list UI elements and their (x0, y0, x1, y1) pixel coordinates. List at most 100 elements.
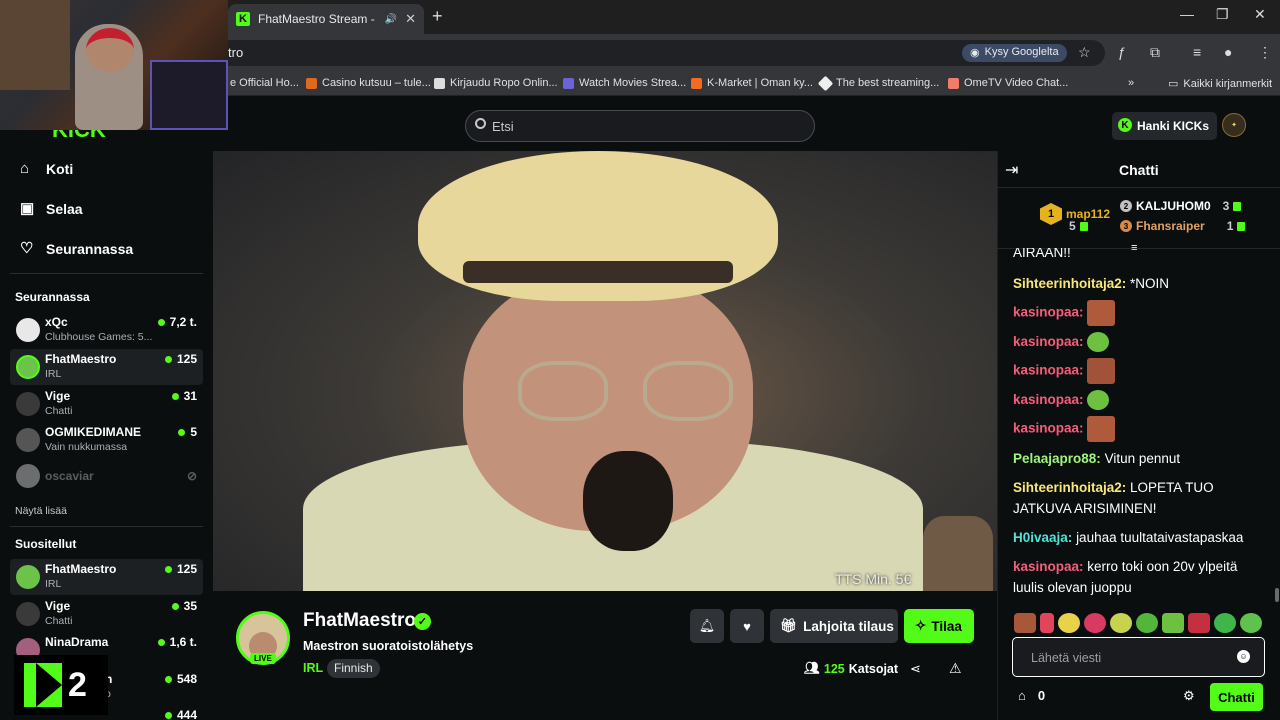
sidebar-recommended-vige[interactable]: Vige Chatti 35 (10, 596, 203, 632)
gift-sub-button[interactable]: 🎁︎ Lahjoita tilaus (770, 609, 898, 643)
leaderboard-third[interactable]: 3 Fhansraiper 1 (1120, 219, 1246, 233)
subscribe-button[interactable]: ✧ Tilaa (904, 609, 974, 643)
treasure-chest-icon: ⌂ (1018, 688, 1026, 703)
share-icon[interactable]: ⋖ (910, 661, 921, 677)
chat-scrollbar[interactable] (1275, 588, 1279, 602)
media-control-icon[interactable]: ≡ (1193, 44, 1201, 60)
bookmark-item[interactable]: Kirjaudu Ropo Onlin... (434, 77, 558, 89)
minimize-button[interactable]: — (1180, 6, 1194, 22)
bookmark-item[interactable]: K-Market | Oman ky... (691, 77, 813, 89)
all-bookmarks[interactable]: ▭ Kaikki kirjanmerkit (1168, 77, 1272, 91)
chat-username[interactable]: kasinopaa: (1013, 305, 1084, 320)
tab-close-icon[interactable]: ✕ (405, 11, 416, 27)
chat-username[interactable]: kasinopaa: (1013, 392, 1084, 407)
get-kicks-button[interactable]: K Hanki KICKs (1112, 112, 1218, 140)
chat-username[interactable]: kasinopaa: (1013, 559, 1084, 574)
chat-username[interactable]: Pelaajapro88: (1013, 451, 1101, 466)
nav-label: Seurannassa (46, 241, 134, 257)
close-window-button[interactable]: ✕ (1254, 6, 1266, 23)
search-input[interactable]: Etsi (465, 110, 815, 142)
menu-kebab-icon[interactable]: ⋮ (1258, 44, 1272, 61)
channel-name: OGMIKEDIMANE (45, 425, 141, 439)
emote-heart-icon[interactable] (1084, 613, 1106, 633)
profile-icon[interactable]: ● (1224, 44, 1232, 60)
emote-angry-icon[interactable] (1188, 613, 1210, 633)
chat-username[interactable]: Sihteerinhoitaja2: (1013, 480, 1126, 495)
emote-pepper-icon[interactable] (1040, 613, 1054, 633)
follow-button[interactable]: ♥ (730, 609, 764, 643)
kick-logo[interactable]: KICK (52, 130, 106, 142)
send-chat-button[interactable]: Chatti (1210, 683, 1263, 711)
emote-picker-icon[interactable]: ☺ (1237, 650, 1250, 663)
sidebar-channel-oscaviar[interactable]: oscaviar ⊘ (10, 458, 203, 494)
maximize-button[interactable]: ❐ (1216, 6, 1229, 23)
channel-category: Chatti (45, 615, 73, 627)
bookmark-item[interactable]: The best streaming... (817, 75, 939, 91)
nav-following[interactable]: ♡ Seurannassa (20, 240, 134, 258)
browser-tab[interactable]: K FhatMaestro Stream - Watc 🔊 ✕ (228, 4, 424, 34)
video-player[interactable]: TTS Min. 5€ (213, 151, 997, 591)
emote-face-icon[interactable] (1087, 416, 1116, 442)
emote-cool-icon[interactable] (1214, 613, 1236, 633)
stream-tag[interactable]: Finnish (327, 659, 380, 678)
chat-username[interactable]: H0ivaaja: (1013, 530, 1072, 545)
emote-smile-icon[interactable] (1058, 613, 1080, 633)
emote-laugh-icon[interactable] (1087, 390, 1110, 411)
rank-medal-icon: 2 (1120, 200, 1132, 212)
chat-settings-gear-icon[interactable]: ⚙ (1183, 688, 1195, 704)
emote-grin-icon[interactable] (1110, 613, 1132, 633)
chat-message-input[interactable]: Lähetä viesti (1012, 637, 1265, 677)
new-tab-button[interactable]: + (432, 6, 443, 27)
viewer-count-display: 👥︎ 125 Katsojat (804, 661, 898, 676)
chat-points[interactable]: ⌂ 0 (1018, 688, 1045, 703)
channel-category: IRL (45, 578, 62, 590)
rank-medal-icon: 3 (1120, 220, 1132, 232)
offline-icon: ⊘ (186, 469, 197, 483)
bookmark-item[interactable]: Casino kutsuu – tule... (306, 77, 431, 89)
stream-category-link[interactable]: IRL (303, 661, 323, 675)
emote-frog-icon[interactable] (1136, 613, 1158, 633)
user-avatar[interactable]: ✦ (1222, 113, 1246, 137)
movies-favicon-icon (563, 77, 574, 89)
streamer-name[interactable]: FhatMaestro (303, 610, 416, 632)
tab-audio-icon[interactable]: 🔊 (385, 14, 397, 25)
emote-laugh-icon[interactable] (1087, 332, 1110, 353)
emote-kiss-icon[interactable] (1240, 613, 1262, 633)
show-more-link[interactable]: Näytä lisää (15, 505, 67, 517)
chat-username[interactable]: kasinopaa: (1013, 334, 1084, 349)
bookmark-item[interactable]: OmeTV Video Chat... (948, 77, 1068, 89)
ask-google-button[interactable]: ◉ Kysy Googlelta (962, 44, 1067, 62)
report-warning-icon[interactable]: ⚠ (949, 660, 962, 677)
bookmark-star-icon[interactable]: ☆ (1078, 44, 1091, 61)
chat-username[interactable]: kasinopaa: (1013, 421, 1084, 436)
sidebar-channel-xqc[interactable]: xQc Clubhouse Games: 5... 7,2 t. (10, 312, 203, 348)
collapse-chat-icon[interactable]: ⇥ (1005, 160, 1018, 180)
leaderboard-second[interactable]: 2 KALJUHOM0 3 (1120, 199, 1242, 213)
sidebar-channel-vige[interactable]: Vige Chatti 31 (10, 386, 203, 422)
search-placeholder: Etsi (492, 119, 514, 134)
extensions-icon[interactable]: ⧉ (1150, 44, 1160, 61)
verified-badge-icon: ✓ (414, 613, 431, 630)
bookmark-item[interactable]: Watch Movies Strea... (563, 77, 686, 89)
emote-laugh-icon[interactable] (1162, 613, 1184, 633)
viewer-count: 7,2 t. (157, 315, 197, 329)
emote-face-icon[interactable] (1087, 358, 1116, 384)
nav-browse[interactable]: ▣ Selaa (20, 201, 83, 218)
chat-username[interactable]: kasinopaa: (1013, 363, 1084, 378)
bookmark-item[interactable]: e Official Ho... (230, 77, 299, 89)
chat-message: kasinopaa: (1013, 416, 1259, 442)
notification-bell-button[interactable]: 🔔︎ (690, 609, 724, 643)
emote-face-icon[interactable] (1087, 300, 1116, 326)
sidebar-recommended-fhatmaestro[interactable]: FhatMaestro IRL 125 (10, 559, 203, 595)
extension-f-icon[interactable]: ƒ (1118, 44, 1126, 60)
viewer-count: 5 (178, 425, 197, 439)
heart-icon: ♡ (20, 240, 34, 257)
bookmark-label: Kirjaudu Ropo Onlin... (450, 77, 558, 89)
nav-home[interactable]: ⌂ Koti (20, 161, 73, 178)
bookmarks-overflow-icon[interactable]: » (1128, 77, 1134, 89)
sidebar-channel-ogmikedimane[interactable]: OGMIKEDIMANE Vain nukkumassa 5 (10, 422, 203, 458)
chat-username[interactable]: Sihteerinhoitaja2: (1013, 276, 1126, 291)
sidebar-channel-fhatmaestro[interactable]: FhatMaestro IRL 125 (10, 349, 203, 385)
emote-face-icon[interactable] (1014, 613, 1036, 633)
chat-message: Sihteerinhoitaja2: LOPETA TUO JATKUVA AR… (1013, 477, 1259, 519)
